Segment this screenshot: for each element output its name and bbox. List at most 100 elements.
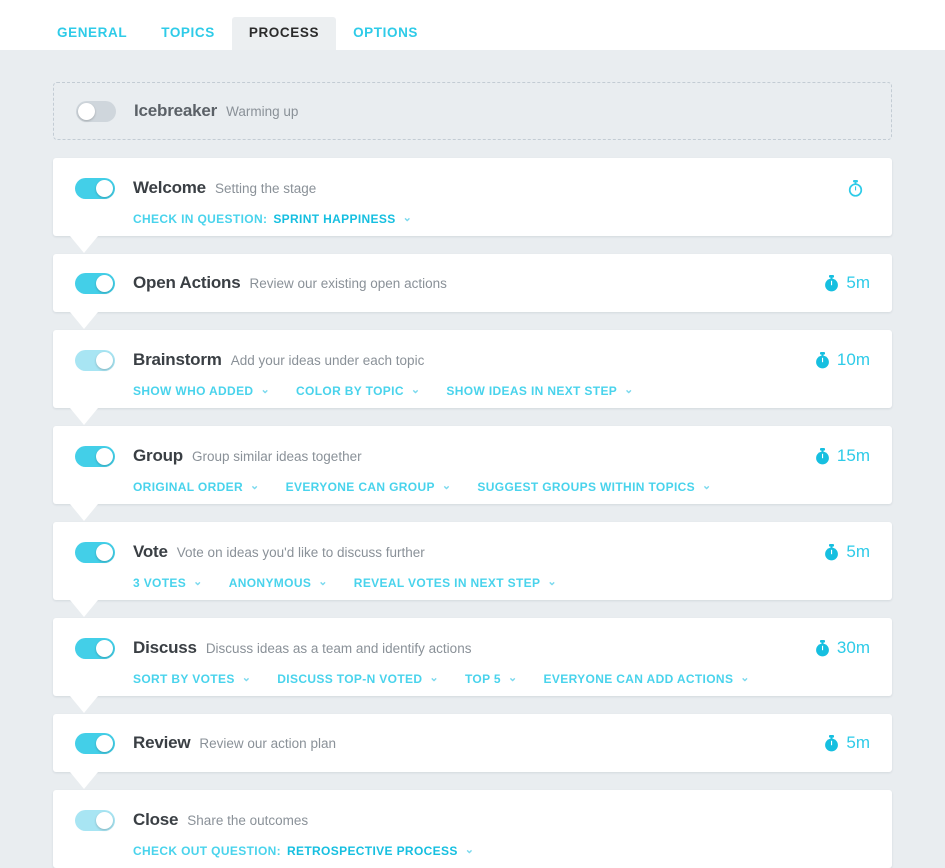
step-subtitle: Discuss ideas as a team and identify act…: [206, 641, 472, 656]
step-row-group[interactable]: Group Group similar ideas together 15m ORIG…: [53, 426, 892, 504]
option-chip[interactable]: EVERYONE CAN GROUP⌄: [286, 480, 452, 494]
option-chip[interactable]: COLOR BY TOPIC⌄: [296, 384, 420, 398]
step-duration[interactable]: 5m: [824, 542, 870, 562]
tab-general[interactable]: GENERAL: [40, 17, 144, 51]
step-subtitle: Vote on ideas you'd like to discuss furt…: [177, 545, 425, 560]
toggle-open-actions[interactable]: [75, 273, 115, 294]
step-duration[interactable]: 10m: [815, 350, 870, 370]
step-options: ORIGINAL ORDER⌄EVERYONE CAN GROUP⌄SUGGES…: [133, 480, 870, 494]
step-options: SHOW WHO ADDED⌄COLOR BY TOPIC⌄SHOW IDEAS…: [133, 384, 870, 398]
option-label: ORIGINAL ORDER: [133, 480, 243, 494]
step-duration[interactable]: 5m: [824, 273, 870, 293]
tab-bar: GENERALTOPICSPROCESSOPTIONS: [0, 0, 945, 50]
step-row-open-actions[interactable]: Open ActionsReview our existing open act…: [53, 254, 892, 312]
option-label: TOP 5: [465, 672, 501, 686]
toggle-vote[interactable]: [75, 542, 115, 563]
stopwatch-icon: [824, 735, 839, 752]
toggle-knob: [96, 180, 113, 197]
step-subtitle: Setting the stage: [215, 181, 316, 196]
step-row-brainstorm[interactable]: BrainstormAdd your ideas under each topi…: [53, 330, 892, 408]
option-label: ANONYMOUS: [229, 576, 312, 590]
chevron-down-icon: ⌄: [702, 479, 712, 492]
chevron-down-icon: ⌄: [442, 479, 452, 492]
option-label: SUGGEST GROUPS WITHIN TOPICS: [477, 480, 695, 494]
duration-label: 10m: [837, 350, 870, 370]
option-label: DISCUSS TOP-N VOTED: [277, 672, 422, 686]
step-row-review[interactable]: ReviewReview our action plan5m: [53, 714, 892, 772]
option-chip[interactable]: SUGGEST GROUPS WITHIN TOPICS ⌄: [477, 480, 711, 494]
step-connector-arrow: [70, 696, 98, 713]
step-duration[interactable]: 30m: [815, 638, 870, 658]
duration-label: 15m: [837, 446, 870, 466]
step-row-welcome[interactable]: Welcome Setting the stage CHECK IN QUESTIO…: [53, 158, 892, 236]
option-chip[interactable]: EVERYONE CAN ADD ACTIONS⌄: [544, 672, 750, 686]
step-title: Review: [133, 733, 190, 753]
toggle-close[interactable]: [75, 810, 115, 831]
option-label: CHECK IN QUESTION:: [133, 212, 267, 226]
option-chip[interactable]: ANONYMOUS ⌄: [229, 576, 328, 590]
option-label: CHECK OUT QUESTION:: [133, 844, 281, 858]
step-connector-arrow: [70, 600, 98, 617]
step-header: Close Share the outcomes: [75, 798, 870, 842]
process-step-list: IcebreakerWarming up Welcome Setting the s…: [0, 50, 945, 850]
toggle-icebreaker[interactable]: [76, 101, 116, 122]
stopwatch-icon: [815, 448, 830, 465]
duration-label: 5m: [846, 542, 870, 562]
step-connector-arrow: [70, 236, 98, 253]
step-header: BrainstormAdd your ideas under each topi…: [75, 338, 870, 382]
chevron-down-icon: ⌄: [508, 671, 518, 684]
chevron-down-icon: ⌄: [411, 383, 421, 396]
tab-options[interactable]: OPTIONS: [336, 17, 435, 51]
chevron-down-icon: ⌄: [250, 479, 260, 492]
stopwatch-outline-icon: [848, 180, 863, 197]
chevron-down-icon: ⌄: [624, 383, 634, 396]
toggle-group[interactable]: [75, 446, 115, 467]
step-title: Close: [133, 810, 178, 830]
option-chip[interactable]: CHECK OUT QUESTION: RETROSPECTIVE PROCESS…: [133, 844, 474, 858]
option-value: RETROSPECTIVE PROCESS: [287, 844, 458, 858]
step-duration[interactable]: 5m: [824, 733, 870, 753]
step-subtitle: Warming up: [226, 104, 298, 119]
option-chip[interactable]: SORT BY VOTES⌄: [133, 672, 251, 686]
option-chip[interactable]: SHOW WHO ADDED⌄: [133, 384, 270, 398]
step-header: Welcome Setting the stage: [75, 166, 870, 210]
toggle-knob: [78, 103, 95, 120]
option-chip[interactable]: SHOW IDEAS IN NEXT STEP⌄: [446, 384, 633, 398]
step-row-icebreaker[interactable]: IcebreakerWarming up: [53, 82, 892, 140]
toggle-knob: [96, 640, 113, 657]
step-header: Group Group similar ideas together 15m: [75, 434, 870, 478]
toggle-knob: [96, 352, 113, 369]
tab-process[interactable]: PROCESS: [232, 17, 336, 51]
toggle-brainstorm[interactable]: [75, 350, 115, 371]
step-row-vote[interactable]: VoteVote on ideas you'd like to discuss …: [53, 522, 892, 600]
chevron-down-icon: ⌄: [547, 575, 557, 588]
step-subtitle: Group similar ideas together: [192, 449, 362, 464]
step-options: SORT BY VOTES⌄ DISCUSS TOP-N VOTED ⌄ TOP 5 ⌄…: [133, 672, 870, 686]
toggle-knob: [96, 812, 113, 829]
toggle-discuss[interactable]: [75, 638, 115, 659]
option-chip[interactable]: ORIGINAL ORDER ⌄: [133, 480, 260, 494]
step-duration[interactable]: 15m: [815, 446, 870, 466]
option-label: SHOW WHO ADDED: [133, 384, 253, 398]
step-row-close[interactable]: Close Share the outcomes CHECK OUT QUESTIO…: [53, 790, 892, 868]
option-chip[interactable]: 3 VOTES⌄: [133, 576, 203, 590]
tab-topics[interactable]: TOPICS: [144, 17, 232, 51]
chevron-down-icon: ⌄: [429, 671, 439, 684]
option-chip[interactable]: TOP 5 ⌄: [465, 672, 518, 686]
step-connector-arrow: [70, 408, 98, 425]
toggle-welcome[interactable]: [75, 178, 115, 199]
option-chip[interactable]: CHECK IN QUESTION:SPRINT HAPPINESS⌄: [133, 212, 412, 226]
step-duration[interactable]: [848, 180, 870, 197]
option-chip[interactable]: REVEAL VOTES IN NEXT STEP ⌄: [354, 576, 557, 590]
option-chip[interactable]: DISCUSS TOP-N VOTED ⌄: [277, 672, 439, 686]
toggle-review[interactable]: [75, 733, 115, 754]
option-label: REVEAL VOTES IN NEXT STEP: [354, 576, 541, 590]
chevron-down-icon: ⌄: [318, 575, 328, 588]
step-row-discuss[interactable]: DiscussDiscuss ideas as a team and ident…: [53, 618, 892, 696]
toggle-knob: [96, 275, 113, 292]
step-title: Welcome: [133, 178, 206, 198]
step-title: Group: [133, 446, 183, 466]
step-connector-arrow: [70, 312, 98, 329]
step-subtitle: Share the outcomes: [187, 813, 308, 828]
step-title: Brainstorm: [133, 350, 222, 370]
